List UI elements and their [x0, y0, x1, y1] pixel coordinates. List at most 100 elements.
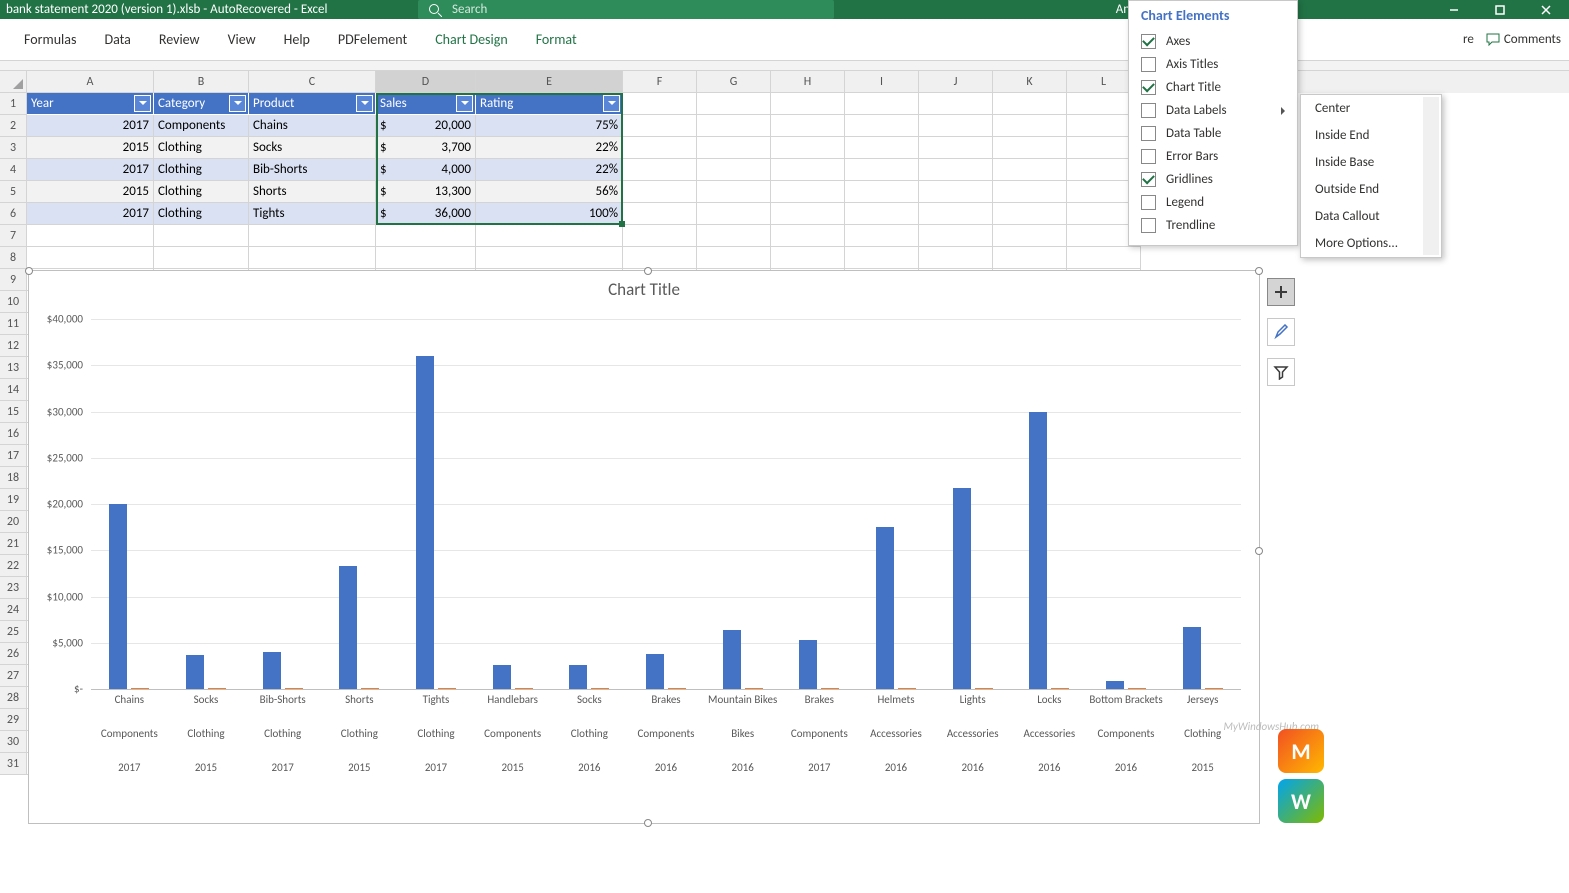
row-header[interactable]: 11 [0, 313, 27, 335]
cell[interactable]: Components [154, 115, 249, 137]
column-header[interactable]: I [845, 71, 919, 93]
chart-element-option[interactable]: Data Labels [1129, 99, 1297, 122]
cell[interactable] [1067, 247, 1141, 269]
bar-rating[interactable] [285, 688, 303, 689]
checkbox[interactable] [1141, 218, 1156, 233]
cell[interactable] [771, 137, 845, 159]
bar-rating[interactable] [975, 688, 993, 689]
table-header-cell[interactable]: Rating [476, 93, 623, 115]
cell[interactable]: $36,000 [376, 203, 476, 225]
row-header[interactable]: 20 [0, 511, 27, 533]
tab-format[interactable]: Format [522, 21, 591, 58]
filter-dropdown[interactable] [456, 95, 473, 112]
cell[interactable] [697, 115, 771, 137]
cell[interactable]: 2015 [27, 181, 154, 203]
bar-sales[interactable] [799, 640, 817, 689]
cell[interactable] [993, 203, 1067, 225]
cell[interactable] [623, 203, 697, 225]
cell[interactable] [919, 137, 993, 159]
cell[interactable] [771, 203, 845, 225]
cell[interactable] [919, 203, 993, 225]
checkbox[interactable] [1141, 172, 1156, 187]
table-header-cell[interactable]: Year [27, 93, 154, 115]
select-all-corner[interactable] [0, 71, 27, 93]
row-header[interactable]: 25 [0, 621, 27, 643]
row-header[interactable]: 22 [0, 555, 27, 577]
tab-view[interactable]: View [214, 21, 270, 58]
row-header[interactable]: 14 [0, 379, 27, 401]
cell[interactable] [154, 225, 249, 247]
tab-pdfelement[interactable]: PDFelement [324, 21, 421, 58]
cell[interactable] [845, 181, 919, 203]
row-header[interactable]: 18 [0, 467, 27, 489]
filter-dropdown[interactable] [356, 95, 373, 112]
tab-help[interactable]: Help [270, 21, 324, 58]
resize-handle[interactable] [644, 819, 652, 827]
embedded-chart[interactable]: Chart Title $-$5,000$10,000$15,000$20,00… [28, 270, 1260, 824]
filter-dropdown[interactable] [229, 95, 246, 112]
row-header[interactable]: 4 [0, 159, 27, 181]
cell[interactable] [845, 115, 919, 137]
row-header[interactable]: 10 [0, 291, 27, 313]
bar-sales[interactable] [109, 504, 127, 689]
cell[interactable] [993, 115, 1067, 137]
chart-element-option[interactable]: Error Bars [1129, 145, 1297, 168]
cell[interactable] [845, 225, 919, 247]
cell[interactable] [845, 247, 919, 269]
row-header[interactable]: 21 [0, 533, 27, 555]
bar-sales[interactable] [416, 356, 434, 689]
column-header[interactable]: A [27, 71, 154, 93]
bar-sales[interactable] [1183, 627, 1201, 689]
cell[interactable] [771, 115, 845, 137]
cell[interactable] [27, 225, 154, 247]
bar-rating[interactable] [1205, 688, 1223, 689]
row-header[interactable]: 5 [0, 181, 27, 203]
cell[interactable] [771, 225, 845, 247]
row-header[interactable]: 28 [0, 687, 27, 709]
column-header[interactable]: K [993, 71, 1067, 93]
cell[interactable] [993, 225, 1067, 247]
bar-sales[interactable] [263, 652, 281, 689]
row-header[interactable]: 15 [0, 401, 27, 423]
cell[interactable] [771, 181, 845, 203]
cell[interactable] [993, 159, 1067, 181]
row-header[interactable]: 6 [0, 203, 27, 225]
bar-sales[interactable] [723, 630, 741, 689]
bar-sales[interactable] [493, 665, 511, 689]
cell[interactable] [249, 225, 376, 247]
column-header[interactable]: C [249, 71, 376, 93]
checkbox[interactable] [1141, 34, 1156, 49]
cell[interactable] [845, 203, 919, 225]
chart-styles-button[interactable] [1267, 318, 1295, 346]
bar-rating[interactable] [745, 688, 763, 689]
cell[interactable]: 2017 [27, 203, 154, 225]
cell[interactable] [623, 137, 697, 159]
column-header[interactable]: B [154, 71, 249, 93]
table-header-cell[interactable]: Product [249, 93, 376, 115]
cell[interactable] [697, 203, 771, 225]
cell[interactable] [376, 247, 476, 269]
submenu-item[interactable]: Outside End [1301, 176, 1441, 203]
cell[interactable] [249, 247, 376, 269]
bar-rating[interactable] [208, 688, 226, 689]
bar-sales[interactable] [1029, 412, 1047, 690]
column-header[interactable]: E [476, 71, 623, 93]
cell[interactable] [623, 181, 697, 203]
cell[interactable] [993, 93, 1067, 115]
cell[interactable]: 22% [476, 159, 623, 181]
bar-rating[interactable] [438, 688, 456, 689]
resize-handle[interactable] [1255, 267, 1263, 275]
cell[interactable] [623, 115, 697, 137]
bar-sales[interactable] [1106, 681, 1124, 689]
bar-rating[interactable] [1128, 688, 1146, 689]
row-header[interactable]: 17 [0, 445, 27, 467]
cell[interactable] [623, 225, 697, 247]
bar-sales[interactable] [876, 527, 894, 689]
column-header[interactable]: G [697, 71, 771, 93]
row-header[interactable]: 16 [0, 423, 27, 445]
bar-rating[interactable] [898, 688, 916, 689]
cell[interactable]: Shorts [249, 181, 376, 203]
row-header[interactable]: 30 [0, 731, 27, 753]
filter-dropdown[interactable] [134, 95, 151, 112]
row-header[interactable]: 26 [0, 643, 27, 665]
